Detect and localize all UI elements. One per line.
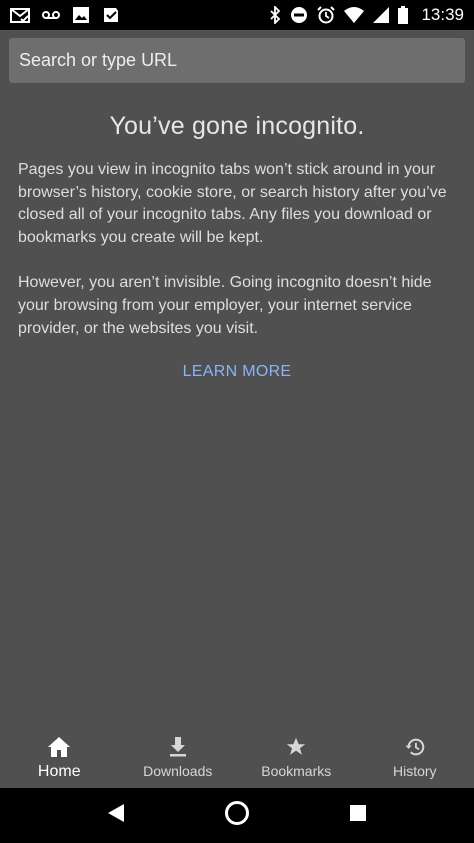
system-navigation-bar bbox=[0, 788, 474, 843]
learn-more-link[interactable]: LEARN MORE bbox=[18, 363, 456, 381]
star-icon bbox=[284, 736, 308, 763]
image-icon bbox=[72, 6, 90, 24]
incognito-description-2: However, you aren’t invisible. Going inc… bbox=[18, 274, 432, 337]
url-input[interactable] bbox=[19, 38, 455, 83]
nav-downloads[interactable]: Downloads bbox=[119, 728, 238, 788]
nav-bookmarks[interactable]: Bookmarks bbox=[237, 728, 356, 788]
back-button[interactable] bbox=[96, 796, 136, 836]
home-icon bbox=[47, 736, 71, 763]
incognito-title: You’ve gone incognito. bbox=[109, 112, 365, 140]
home-circle-icon bbox=[224, 800, 250, 831]
alarm-icon bbox=[317, 6, 336, 24]
recents-icon bbox=[349, 804, 367, 827]
recents-button[interactable] bbox=[338, 796, 378, 836]
system-status-icons: 13:39 bbox=[269, 5, 464, 25]
back-icon bbox=[107, 803, 125, 828]
nav-home-label: Home bbox=[37, 763, 81, 780]
battery-icon bbox=[398, 6, 409, 24]
history-icon bbox=[403, 736, 427, 763]
bottom-navigation: Home Downloads Bookmarks History bbox=[0, 728, 474, 788]
status-bar: 13:39 bbox=[0, 0, 474, 30]
do-not-disturb-icon bbox=[290, 6, 308, 24]
incognito-ntp-content: You’ve gone incognito. Pages you view in… bbox=[18, 112, 456, 381]
checklist-icon bbox=[102, 6, 120, 24]
notification-icons bbox=[10, 6, 120, 24]
bluetooth-icon bbox=[269, 6, 281, 24]
incognito-description-1: Pages you view in incognito tabs won’t s… bbox=[18, 161, 447, 246]
nav-downloads-label: Downloads bbox=[143, 763, 213, 779]
nav-home[interactable]: Home bbox=[0, 728, 119, 788]
voicemail-icon bbox=[42, 9, 60, 21]
nav-history-label: History bbox=[392, 763, 437, 779]
omnibox[interactable] bbox=[9, 38, 465, 83]
clock: 13:39 bbox=[421, 5, 464, 24]
home-button[interactable] bbox=[217, 796, 257, 836]
nav-bookmarks-label: Bookmarks bbox=[261, 763, 332, 779]
mail-check-icon bbox=[10, 6, 30, 24]
download-icon bbox=[166, 736, 190, 763]
cell-signal-icon bbox=[373, 7, 390, 23]
wifi-icon bbox=[344, 7, 365, 23]
nav-history[interactable]: History bbox=[356, 728, 474, 788]
